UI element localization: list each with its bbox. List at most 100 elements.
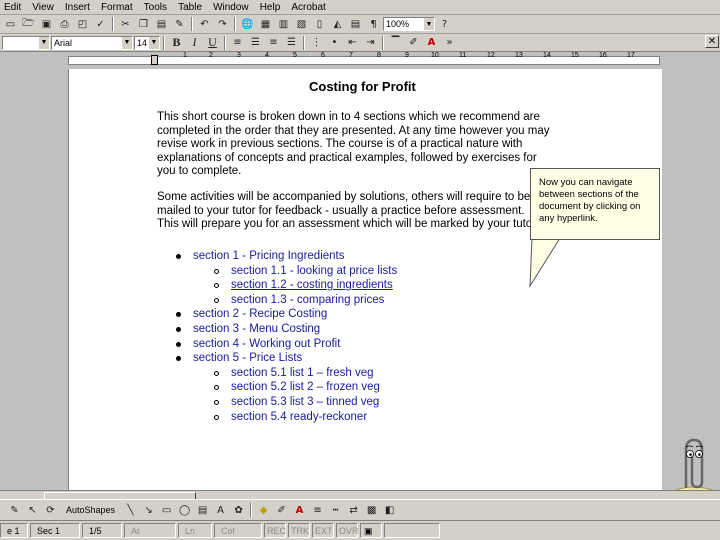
- font-select[interactable]: Arial ▼: [51, 35, 133, 50]
- menu-window[interactable]: Window: [209, 0, 253, 15]
- arrow-style-icon[interactable]: ⇄: [345, 503, 362, 518]
- spelling-status-icon[interactable]: ▣: [360, 523, 382, 538]
- cut-icon[interactable]: ✂: [117, 17, 134, 32]
- ruler-number: 4: [265, 52, 269, 59]
- close-document-button[interactable]: ✕: [705, 35, 719, 48]
- underline-button[interactable]: U: [204, 35, 221, 50]
- select-objects-icon[interactable]: ↖: [24, 503, 41, 518]
- font-size-select[interactable]: 14 ▼: [134, 35, 160, 50]
- show-hide-icon[interactable]: ¶: [365, 17, 382, 32]
- status-rec[interactable]: REC: [264, 523, 286, 538]
- help-icon[interactable]: ?: [436, 17, 453, 32]
- section-5-2-link[interactable]: section 5.2 list 2 – frozen veg: [231, 381, 380, 393]
- outline-item: section 4 - Working out Profit: [174, 337, 397, 352]
- line-style-icon[interactable]: ≡: [309, 503, 326, 518]
- shadow-icon[interactable]: ▩: [363, 503, 380, 518]
- section-3-link[interactable]: section 3 - Menu Costing: [193, 323, 320, 335]
- style-select[interactable]: ▼: [2, 35, 50, 50]
- font-value: Arial: [54, 37, 73, 48]
- arrow-icon[interactable]: ↘: [140, 503, 157, 518]
- redo-icon[interactable]: ↷: [214, 17, 231, 32]
- line-icon[interactable]: ╲: [122, 503, 139, 518]
- section-2-link[interactable]: section 2 - Recipe Costing: [193, 308, 327, 320]
- section-1-3-link[interactable]: section 1.3 - comparing prices: [231, 294, 384, 306]
- menu-insert[interactable]: Insert: [61, 0, 94, 15]
- menu-help[interactable]: Help: [256, 0, 285, 15]
- 3d-icon[interactable]: ◧: [381, 503, 398, 518]
- insert-excel-icon[interactable]: ▧: [293, 17, 310, 32]
- decrease-indent-icon[interactable]: ⇤: [344, 35, 361, 50]
- section-1-1-link[interactable]: section 1.1 - looking at price lists: [231, 265, 397, 277]
- open-folder-icon[interactable]: 🗁: [20, 17, 37, 32]
- line-color-icon[interactable]: ✐: [273, 503, 290, 518]
- toolbar-separator: [234, 17, 236, 31]
- status-trk[interactable]: TRK: [288, 523, 310, 538]
- bold-button[interactable]: B: [168, 35, 185, 50]
- draw-font-color-icon[interactable]: A: [291, 503, 308, 518]
- save-icon[interactable]: ▣: [38, 17, 55, 32]
- status-ovr[interactable]: OVR: [336, 523, 359, 538]
- section-5-3-link[interactable]: section 5.3 list 3 – tinned veg: [231, 396, 379, 408]
- ruler-number: 11: [459, 52, 467, 59]
- insert-table-icon[interactable]: ▥: [275, 17, 292, 32]
- section-5-4-link[interactable]: section 5.4 ready-reckoner: [231, 411, 367, 423]
- undo-icon[interactable]: ↶: [196, 17, 213, 32]
- section-4-link[interactable]: section 4 - Working out Profit: [193, 338, 340, 350]
- menu-acrobat[interactable]: Acrobat: [287, 0, 329, 15]
- zoom-value: 100%: [386, 19, 410, 29]
- activities-paragraph: Some activities will be accompanied by s…: [157, 191, 587, 232]
- new-document-icon[interactable]: ▭: [2, 17, 19, 32]
- format-painter-icon[interactable]: ✎: [171, 17, 188, 32]
- font-color-icon[interactable]: A: [423, 35, 440, 50]
- oval-icon[interactable]: ◯: [176, 503, 193, 518]
- menu-table[interactable]: Table: [174, 0, 206, 15]
- indent-marker[interactable]: [151, 55, 158, 65]
- autoshapes-menu[interactable]: AutoShapes: [60, 505, 121, 515]
- align-center-icon[interactable]: ☰: [247, 35, 264, 50]
- columns-icon[interactable]: ▯: [311, 17, 328, 32]
- numbering-icon[interactable]: ⋮: [308, 35, 325, 50]
- text-box-icon[interactable]: ▤: [194, 503, 211, 518]
- status-at: At: [124, 523, 176, 538]
- section-5-link[interactable]: section 5 - Price Lists: [193, 352, 302, 364]
- print-preview-icon[interactable]: ◰: [74, 17, 91, 32]
- section-5-1-link[interactable]: section 5.1 list 1 – fresh veg: [231, 367, 374, 379]
- menu-format[interactable]: Format: [97, 0, 137, 15]
- fill-color-icon[interactable]: ◆: [255, 503, 272, 518]
- bullets-icon[interactable]: •: [326, 35, 343, 50]
- more-buttons-icon[interactable]: »: [441, 35, 458, 50]
- print-icon[interactable]: ⎙: [56, 17, 73, 32]
- assistant-callout[interactable]: Now you can navigate between sections of…: [530, 168, 660, 240]
- spelling-icon[interactable]: ✓: [92, 17, 109, 32]
- border-icon[interactable]: ▔: [387, 35, 404, 50]
- ruler-number: 9: [405, 52, 409, 59]
- document-page[interactable]: Costing for Profit This short course is …: [68, 69, 664, 490]
- free-rotate-icon[interactable]: ⟳: [42, 503, 59, 518]
- menu-view[interactable]: View: [28, 0, 58, 15]
- menu-tools[interactable]: Tools: [140, 0, 171, 15]
- rectangle-icon[interactable]: ▭: [158, 503, 175, 518]
- italic-button[interactable]: I: [186, 35, 203, 50]
- paste-icon[interactable]: ▤: [153, 17, 170, 32]
- paperclip-assistant-icon[interactable]: [668, 430, 720, 496]
- section-1-2-link[interactable]: section 1.2 - costing ingredients: [231, 279, 393, 291]
- increase-indent-icon[interactable]: ⇥: [362, 35, 379, 50]
- menu-edit[interactable]: Edit: [0, 0, 25, 15]
- tables-borders-icon[interactable]: ▦: [257, 17, 274, 32]
- dash-style-icon[interactable]: ┅: [327, 503, 344, 518]
- highlight-icon[interactable]: ✐: [405, 35, 422, 50]
- drawing-icon[interactable]: ◭: [329, 17, 346, 32]
- draw-menu-icon[interactable]: ✎: [6, 503, 23, 518]
- status-ext[interactable]: EXT: [312, 523, 334, 538]
- section-1-link[interactable]: section 1 - Pricing Ingredients: [193, 250, 345, 262]
- align-left-icon[interactable]: ≡: [229, 35, 246, 50]
- ruler-number: 5: [293, 52, 297, 59]
- hyperlink-icon[interactable]: 🌐: [239, 17, 256, 32]
- document-map-icon[interactable]: ▤: [347, 17, 364, 32]
- wordart-icon[interactable]: A: [212, 503, 229, 518]
- copy-icon[interactable]: ❐: [135, 17, 152, 32]
- clip-art-icon[interactable]: ✿: [230, 503, 247, 518]
- justify-icon[interactable]: ☰: [283, 35, 300, 50]
- align-right-icon[interactable]: ≡: [265, 35, 282, 50]
- zoom-select[interactable]: 100% ▼: [383, 17, 435, 31]
